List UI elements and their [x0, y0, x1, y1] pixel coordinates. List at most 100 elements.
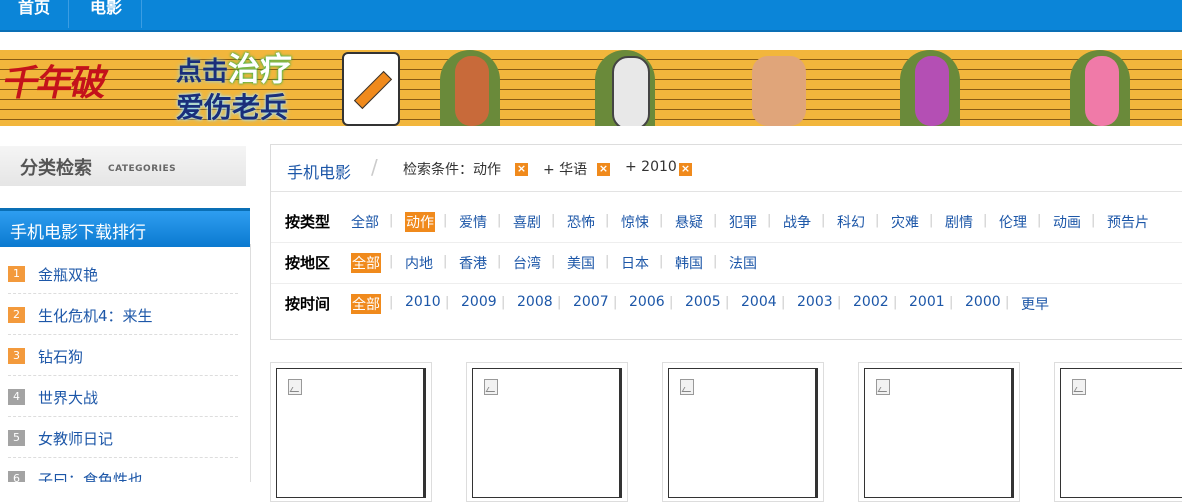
movie-card[interactable] — [466, 362, 628, 502]
filter-option[interactable]: 法国 — [729, 253, 757, 273]
filter-option[interactable]: 灾难 — [891, 212, 919, 232]
breadcrumb: 手机电影 / 检索条件：动作 × + 华语 × + 2010 × — [271, 145, 1182, 192]
condition-label: 检索条件：动作 — [403, 162, 501, 178]
condition-year: + 2010 — [625, 159, 677, 175]
filter-option[interactable]: 更早 — [1021, 294, 1049, 314]
option-divider: | — [983, 213, 988, 228]
filter-option[interactable]: 全部 — [351, 253, 381, 273]
option-divider: | — [781, 295, 786, 310]
rank-item-title[interactable]: 金瓶双艳 — [38, 264, 98, 285]
filter-option[interactable]: 2003 — [797, 294, 833, 310]
poster-frame — [1060, 368, 1182, 498]
fat-figure — [752, 56, 806, 126]
filter-option[interactable]: 韩国 — [675, 253, 703, 273]
filter-option[interactable]: 犯罪 — [729, 212, 757, 232]
option-divider: | — [1005, 295, 1010, 310]
option-divider: | — [929, 213, 934, 228]
filter-option[interactable]: 2004 — [741, 294, 777, 310]
option-divider: | — [821, 213, 826, 228]
filter-row-region: 按地区 全部 | 内地 | 香港 | 台湾 | 美国 | 日本 | 韩国 | 法国 — [271, 242, 1182, 284]
nav-home[interactable]: 首页 — [6, 0, 62, 24]
filter-option[interactable]: 爱情 — [459, 212, 487, 232]
option-divider: | — [767, 213, 772, 228]
promo-line2: 爱伤老兵 — [176, 91, 289, 124]
rank-item-title[interactable]: 生化危机4：来生 — [38, 305, 153, 326]
filter-option[interactable]: 伦理 — [999, 212, 1027, 232]
option-divider: | — [443, 254, 448, 269]
option-divider: | — [443, 213, 448, 228]
option-divider: | — [659, 254, 664, 269]
banner-ad[interactable]: 千年破 点击治疗 爱伤老兵 — [0, 50, 1182, 126]
movie-card[interactable] — [1054, 362, 1182, 502]
filter-option[interactable]: 台湾 — [513, 253, 541, 273]
broken-image-icon — [876, 379, 890, 395]
categories-header: 分类检索 CATEGORIES — [0, 146, 246, 186]
remove-condition-icon[interactable]: × — [515, 163, 528, 176]
movie-card[interactable] — [662, 362, 824, 502]
filter-option[interactable]: 恐怖 — [567, 212, 595, 232]
poster-frame — [668, 368, 818, 498]
remove-condition-icon[interactable]: × — [597, 163, 610, 176]
option-divider: | — [893, 295, 898, 310]
movie-card[interactable] — [270, 362, 432, 502]
filter-option[interactable]: 2000 — [965, 294, 1001, 310]
list-item[interactable]: 4 世界大战 — [8, 376, 238, 417]
filter-option[interactable]: 2008 — [517, 294, 553, 310]
filter-option[interactable]: 2010 — [405, 294, 441, 310]
option-divider: | — [949, 295, 954, 310]
filter-option[interactable]: 喜剧 — [513, 212, 541, 232]
rank-badge: 2 — [8, 307, 25, 323]
filter-option[interactable]: 香港 — [459, 253, 487, 273]
list-item[interactable]: 1 金瓶双艳 — [8, 253, 238, 294]
filter-option[interactable]: 预告片 — [1107, 212, 1149, 232]
filter-option[interactable]: 惊悚 — [621, 212, 649, 232]
option-divider: | — [551, 213, 556, 228]
nav-movie[interactable]: 电影 — [78, 0, 134, 24]
poster-frame — [276, 368, 426, 498]
filter-option[interactable]: 全部 — [351, 294, 381, 314]
filter-option[interactable]: 2005 — [685, 294, 721, 310]
filter-option[interactable]: 剧情 — [945, 212, 973, 232]
filter-option[interactable]: 内地 — [405, 253, 433, 273]
promo-line1-b: 治疗 — [228, 50, 293, 88]
filter-row-type: 按类型 全部 | 动作 | 爱情 | 喜剧 | 恐怖 | 惊悚 | 悬疑 | 犯罪 | 战争 | 科幻 | 灾难 | 剧情 |… — [271, 201, 1182, 243]
filter-option[interactable]: 2002 — [853, 294, 889, 310]
option-divider: | — [497, 254, 502, 269]
rank-badge: 3 — [8, 348, 25, 364]
list-item[interactable]: 2 生化危机4：来生 — [8, 294, 238, 335]
broken-image-icon — [288, 379, 302, 395]
filter-option[interactable]: 2006 — [629, 294, 665, 310]
filter-option[interactable]: 日本 — [621, 253, 649, 273]
filter-option[interactable]: 美国 — [567, 253, 595, 273]
remove-condition-icon[interactable]: × — [679, 163, 692, 176]
rank-item-title[interactable]: 女教师日记 — [38, 428, 113, 449]
rank-badge: 4 — [8, 389, 25, 405]
filter-option[interactable]: 2001 — [909, 294, 945, 310]
movie-card[interactable] — [858, 362, 1020, 502]
rank-badge: 6 — [8, 471, 25, 482]
filter-option[interactable]: 2009 — [461, 294, 497, 310]
breadcrumb-home[interactable]: 手机电影 — [287, 159, 351, 183]
rank-item-title[interactable]: 世界大战 — [38, 387, 98, 408]
rank-item-title[interactable]: 钻石狗 — [38, 346, 83, 367]
option-divider: | — [713, 213, 718, 228]
ranking-list: 1 金瓶双艳 2 生化危机4：来生 3 钻石狗 4 世界大战 5 女教师日记 6… — [0, 244, 251, 482]
rank-item-title[interactable]: 子曰：食色性也 — [38, 469, 143, 482]
list-item[interactable]: 3 钻石狗 — [8, 335, 238, 376]
filter-option[interactable]: 动画 — [1053, 212, 1081, 232]
filter-option[interactable]: 科幻 — [837, 212, 865, 232]
filter-option[interactable]: 悬疑 — [675, 212, 703, 232]
option-divider: | — [605, 254, 610, 269]
filter-option[interactable]: 动作 — [405, 212, 435, 232]
filter-option[interactable]: 全部 — [351, 212, 379, 232]
option-divider: | — [725, 295, 730, 310]
option-divider: | — [613, 295, 618, 310]
list-item[interactable]: 5 女教师日记 — [8, 417, 238, 458]
broken-image-icon — [1072, 379, 1086, 395]
filter-option[interactable]: 战争 — [783, 212, 811, 232]
nav-divider — [68, 0, 69, 28]
option-divider: | — [445, 295, 450, 310]
filter-option[interactable]: 2007 — [573, 294, 609, 310]
list-item[interactable]: 6 子曰：食色性也 — [8, 458, 238, 482]
broken-image-icon — [484, 379, 498, 395]
